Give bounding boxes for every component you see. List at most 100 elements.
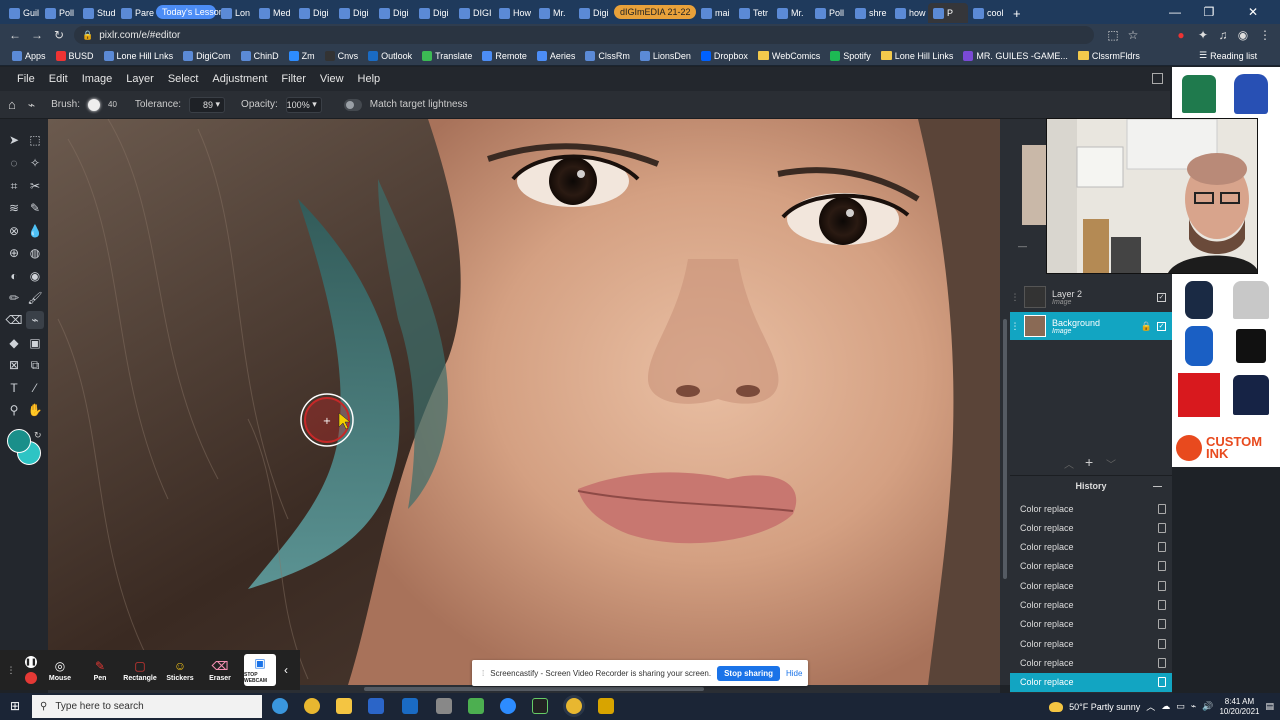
menu-view[interactable]: View [313, 73, 351, 85]
drag-handle-icon[interactable]: ⁞ [482, 669, 484, 678]
battery-icon[interactable]: ▭ [1176, 701, 1185, 712]
stickers-tool-button[interactable]: ☺ Stickers [160, 659, 200, 682]
shirt-product-image[interactable] [1228, 372, 1274, 418]
menu-icon[interactable]: ⋮ [1254, 24, 1276, 46]
sweatshirt-product-image[interactable] [1228, 277, 1274, 323]
browser-tab[interactable]: Digi [374, 3, 414, 23]
arrange-tool-icon[interactable]: ➤ [5, 131, 23, 149]
collapse-toolbar-icon[interactable]: ‹ [284, 663, 288, 677]
stop-webcam-button[interactable]: ▣ STOP WEBCAM [244, 654, 276, 686]
brush-preview[interactable] [88, 98, 100, 111]
burn-tool-icon[interactable]: ◉ [26, 267, 44, 285]
file-explorer-icon[interactable] [336, 698, 352, 714]
drag-handle-icon[interactable]: ⋮ [1010, 321, 1020, 332]
bookmark-item[interactable]: Apps [8, 50, 50, 61]
drag-handle-icon[interactable]: ⋮ [7, 665, 16, 676]
forward-icon[interactable]: → [26, 24, 48, 46]
bookmark-item[interactable]: Remote [478, 50, 531, 61]
browser-tab[interactable]: shre [850, 3, 890, 23]
liquify-tool-icon[interactable]: ≋ [5, 199, 23, 217]
browser-tab[interactable]: DIGI [454, 3, 494, 23]
cutout-tool-icon[interactable]: ✂ [26, 177, 44, 195]
network-icon[interactable]: ⌁ [1191, 701, 1196, 712]
scroll-thumb[interactable] [1003, 319, 1007, 579]
browser-tab[interactable]: Stud [78, 3, 116, 23]
match-lightness-toggle[interactable] [343, 98, 362, 111]
layer-item[interactable]: ⋮ Background Image 🔒 ✓ [1010, 312, 1172, 340]
volume-icon[interactable]: 🔊 [1202, 701, 1213, 712]
crop-tool-icon[interactable]: ⌗ [5, 177, 23, 195]
backpack-product-image[interactable] [1176, 277, 1222, 323]
drag-handle-icon[interactable]: ⋮ [1010, 292, 1020, 303]
menu-filter[interactable]: Filter [274, 73, 312, 85]
pencil-tool-icon[interactable]: ✏ [5, 289, 23, 307]
browser-tab[interactable]: Digi [294, 3, 334, 23]
lasso-tool-icon[interactable]: ◌ [5, 154, 23, 172]
move-up-icon[interactable]: ︿ [1064, 456, 1074, 471]
bookmark-item[interactable]: Dropbox [697, 50, 752, 61]
record-icon[interactable] [25, 672, 37, 684]
browser-tab[interactable]: How [494, 3, 534, 23]
close-window-icon[interactable]: ✕ [1236, 0, 1270, 24]
blur-tool-icon[interactable]: 💧 [26, 222, 44, 240]
hide-button[interactable]: Hide [786, 669, 802, 678]
browser-tab[interactable]: Poll [810, 3, 850, 23]
history-item[interactable]: Color replace [1010, 615, 1172, 634]
clone-tool-icon[interactable]: ⊗ [5, 222, 23, 240]
extension-icon[interactable]: ⬚ [1102, 24, 1124, 46]
app-icon[interactable] [532, 698, 548, 714]
collapse-icon[interactable] [1152, 73, 1163, 84]
scroll-thumb[interactable] [364, 687, 704, 691]
ad-brand-logo[interactable]: CUSTOM INK [1176, 430, 1276, 466]
browser-tab[interactable]: P [928, 3, 968, 23]
bookmark-item[interactable]: BUSD [52, 50, 98, 61]
menu-file[interactable]: File [10, 73, 42, 85]
history-item[interactable]: Color replace [1010, 538, 1172, 557]
bookmark-item[interactable]: Lone Hill Lnks [100, 50, 178, 61]
bookmark-item[interactable]: Spotify [826, 50, 875, 61]
shape-tool-icon[interactable]: ⊠ [5, 356, 23, 374]
visibility-checkbox[interactable]: ✓ [1157, 292, 1166, 302]
home-icon[interactable]: ⌂ [8, 97, 16, 112]
menu-select[interactable]: Select [161, 73, 206, 85]
tshirt-product-image[interactable] [1176, 71, 1222, 117]
add-layer-icon[interactable]: + [1085, 454, 1093, 470]
sponge-tool-icon[interactable]: ⊕ [5, 244, 23, 262]
gradient-tool-icon[interactable]: ▣ [26, 334, 44, 352]
heal-tool-icon[interactable]: ✎ [26, 199, 44, 217]
onedrive-icon[interactable]: ☁ [1161, 701, 1170, 712]
avatar[interactable]: ◉ [1232, 24, 1254, 46]
marquee-tool-icon[interactable]: ⬚ [26, 131, 44, 149]
browser-tab[interactable]: Pare [116, 3, 156, 23]
shirt-product-image[interactable] [1176, 372, 1222, 418]
tolerance-select[interactable]: 89 ▾ [189, 96, 226, 113]
menu-adjustment[interactable]: Adjustment [205, 73, 274, 85]
browser-tab[interactable]: Poll [40, 3, 78, 23]
history-item[interactable]: Color replace [1010, 499, 1172, 518]
lock-icon[interactable]: 🔒 [1141, 321, 1152, 332]
maximize-icon[interactable]: ❐ [1192, 0, 1226, 24]
history-item[interactable]: Color replace [1010, 634, 1172, 653]
swap-colors-icon[interactable]: ↻ [34, 430, 42, 441]
color-replace-tool-icon[interactable]: ⌁ [26, 311, 44, 329]
browser-tab[interactable]: Tetr [734, 3, 772, 23]
extension-icon[interactable]: ● [1170, 24, 1192, 46]
minecraft-icon[interactable] [468, 698, 484, 714]
bookmark-item[interactable]: Aeries [533, 50, 580, 61]
browser-tab[interactable]: Mr. [534, 3, 574, 23]
edge-icon[interactable] [272, 698, 288, 714]
browser-tab[interactable]: Mr. [772, 3, 810, 23]
bookmark-item[interactable]: ClssRm [581, 50, 634, 61]
pause-icon[interactable]: ❚❚ [25, 656, 37, 668]
browser-tab[interactable]: Today's Lesson [156, 5, 224, 19]
weather-text[interactable]: 50°F Partly sunny [1069, 702, 1140, 712]
taskbar-search[interactable]: ⚲ Type here to search [32, 695, 262, 718]
history-item[interactable]: Color replace [1010, 653, 1172, 672]
text-tool-icon[interactable]: T [5, 379, 23, 397]
brush-tool-icon[interactable]: 🖌 [26, 289, 44, 307]
windows-start-icon[interactable]: ⊞ [10, 699, 20, 713]
browser-tab[interactable]: cool [968, 3, 1008, 23]
collapse-icon[interactable]: — [1153, 481, 1162, 491]
word-icon[interactable] [368, 698, 384, 714]
zoom-icon[interactable] [500, 698, 516, 714]
